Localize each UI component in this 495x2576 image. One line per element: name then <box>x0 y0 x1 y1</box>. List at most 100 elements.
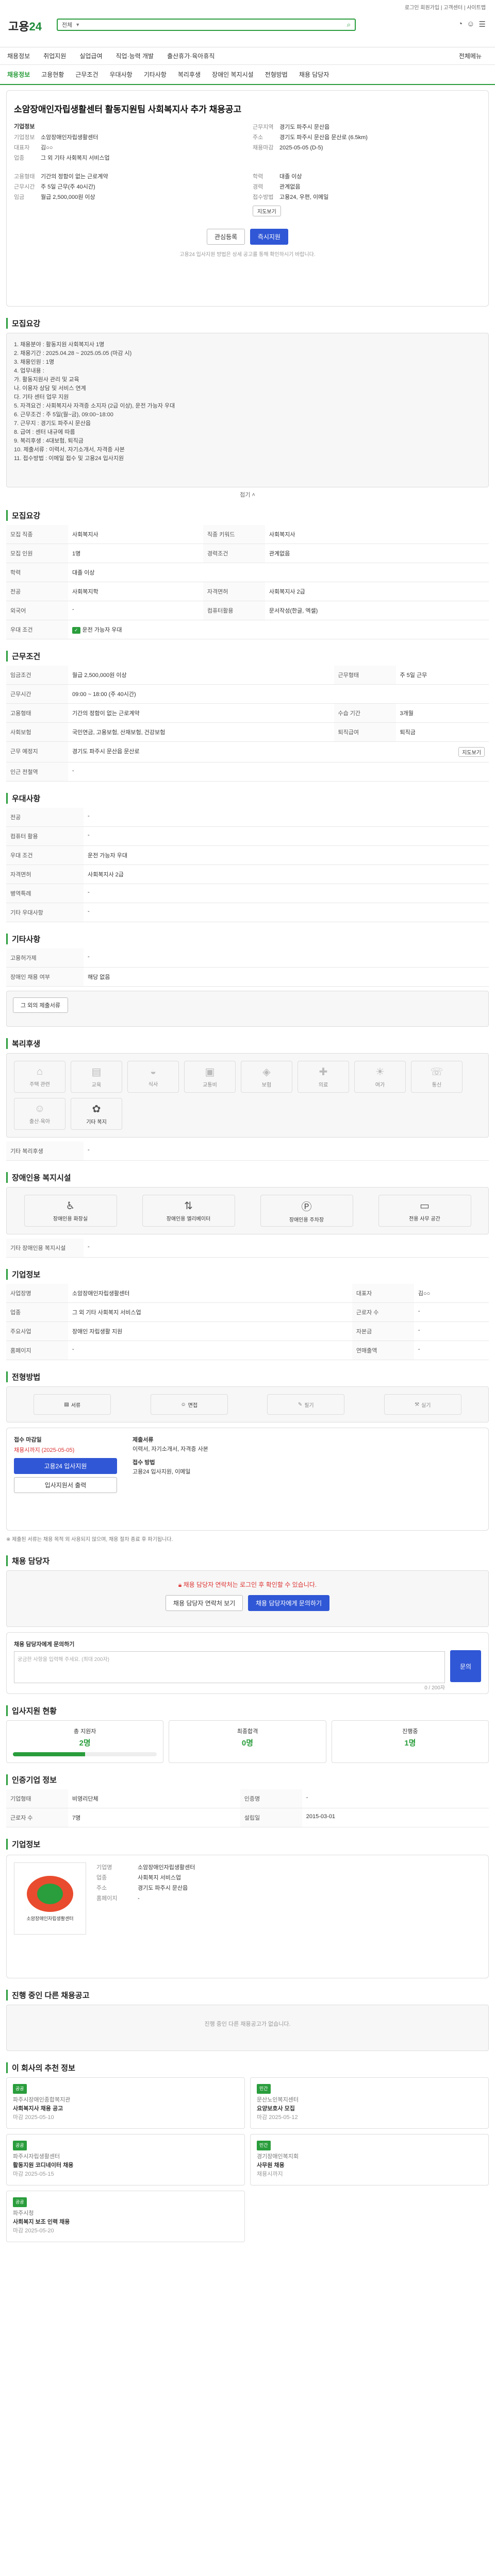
contact-view-button[interactable]: 채용 담당자 연락처 보기 <box>165 1595 243 1611</box>
send-button[interactable]: 문의 <box>450 1650 481 1682</box>
welfare-label: 여가 <box>375 1082 385 1088</box>
process-steps: ▤ 서류 ☺ 면접 ✎ 필기 ⚒ 실기 <box>6 1386 489 1422</box>
cell-label: 우대 조건 <box>6 845 84 865</box>
welfare-item: ⌂ 주택 관련 <box>14 1061 65 1093</box>
cell-label: 외국어 <box>6 601 68 620</box>
docs-button[interactable]: 그 외의 제출서류 <box>13 997 68 1013</box>
cell-label: 경력조건 <box>203 544 265 563</box>
cell-label: 병역특례 <box>6 884 84 903</box>
rec-card[interactable]: 공공 파주시장애인종합복지관 사회복지사 채용 공고 마감 2025-05-10 <box>6 2077 245 2129</box>
like-button[interactable]: 관심등록 <box>207 229 245 245</box>
nav-item[interactable]: 출산휴가·육아휴직 <box>167 52 228 60</box>
welfare-grid: ⌂ 주택 관련 ▤ 교육 ◒ 식사 ▣ 교통비 ◈ 보험 ✚ 의료 ☀ 여가 ☏ 통신 ☺ 출산·… <box>6 1053 489 1138</box>
contact-box: 🔒︎ 채용 담당자 연락처는 로그인 후 확인할 수 있습니다. 채용 담당자 … <box>6 1570 489 1627</box>
cell-label: 인증명 <box>240 1789 302 1808</box>
gift-icon: ✿ <box>92 1104 101 1115</box>
kv-label: 접수방법 <box>253 194 274 200</box>
stats-row: 총 지원자 2명 최종합격 0명 진행중 1명 <box>6 1720 489 1763</box>
section-heading: 진행 중인 다른 채용공고 <box>6 1990 489 2001</box>
tab-item[interactable]: 기타사항 <box>144 70 167 79</box>
tab-item[interactable]: 장애인 복지시설 <box>212 70 254 79</box>
similar-empty: 진행 중인 다른 채용공고가 없습니다. <box>6 2005 489 2051</box>
rec-card[interactable]: 민간 경기장애인복지회 사무원 채용 채용시까지 <box>250 2134 489 2185</box>
table-row: 홈페이지 - 연매출액 - <box>6 1341 489 1360</box>
work-table: 임금조건 월급 2,500,000원 이상 근무형태 주 5일 근무 근무시간 09:0… <box>6 666 489 782</box>
table-row: 기타 복리후생 - <box>6 1142 489 1161</box>
place-text: 경기도 파주시 문산읍 문산로 <box>72 749 140 755</box>
section-title: 채용 담당자 <box>6 1555 50 1566</box>
table-row: 고용형태 기간의 정함이 없는 근로계약 수습 기간 3개월 <box>6 703 489 723</box>
summary-text: 1. 채용분야 : 활동지원 사회복지사 1명 2. 채용기간 : 2025.0… <box>14 342 175 462</box>
cell-label: 자본금 <box>352 1321 414 1341</box>
phone-icon: ☏ <box>430 1066 443 1078</box>
cell-label: 근로자 수 <box>352 1302 414 1322</box>
leisure-icon: ☀ <box>375 1066 385 1078</box>
section-title: 인증기업 정보 <box>6 1774 57 1785</box>
question-textarea[interactable]: 궁금한 사항을 입력해 주세요. (최대 200자) <box>14 1651 445 1683</box>
nav-all-menu[interactable]: 전체메뉴 <box>459 52 495 60</box>
apply-button[interactable]: 즉시지원 <box>250 229 288 245</box>
nav-item[interactable]: 실업급여 <box>79 52 116 60</box>
cell-value: 사회복지사 2급 <box>84 865 489 884</box>
rec-card[interactable]: 공공 파주시청 사회복지 보조 인력 채용 마감 2025-05-20 <box>6 2191 245 2242</box>
cell-value: 국민연금, 고용보험, 산재보험, 건강보험 <box>68 722 334 742</box>
cell-label: 전공 <box>6 582 68 601</box>
cell-value: - <box>84 1142 489 1161</box>
site-logo[interactable]: 고용24 <box>8 18 42 34</box>
bell-icon[interactable]: ◔ <box>458 20 463 29</box>
apply-button[interactable]: 고용24 입사지원 <box>14 1458 117 1474</box>
company-name[interactable]: 소암장애인자립생활센터 <box>41 132 98 143</box>
kv-label: 대표자 <box>14 145 30 151</box>
cell-value: 사회복지사 <box>265 525 489 544</box>
wage: 월급 2,500,000원 이상 <box>41 194 95 200</box>
kv-label: 기업정보 <box>14 134 35 141</box>
tab-item[interactable]: 전형방법 <box>265 70 288 79</box>
rec-card[interactable]: 민간 문산노인복지센터 요양보호사 모집 마감 2025-05-12 <box>250 2077 489 2129</box>
apply-deadline: 채용시까지 (2025-05-05) <box>14 1447 75 1453</box>
map-button[interactable]: 지도보기 <box>253 206 281 216</box>
user-icon[interactable]: ☺ <box>467 20 474 29</box>
job-summary-card: 소암장애인자립생활센터 활동지원팀 사회복지사 추가 채용공고 기업정보 기업정… <box>6 90 489 307</box>
map-button[interactable]: 지도보기 <box>458 747 485 757</box>
search-scope-select[interactable]: 전체 <box>62 21 72 29</box>
section-title: 모집요강 <box>6 510 40 521</box>
book-icon: ▤ <box>91 1066 102 1078</box>
method-label: 접수 방법 <box>133 1460 155 1466</box>
step-label: 실기 <box>421 1402 431 1409</box>
tab-item[interactable]: 복리후생 <box>178 70 201 79</box>
elevator-icon: ⇅ <box>184 1200 193 1212</box>
section-heading: 인증기업 정보 <box>6 1774 489 1785</box>
tab-item[interactable]: 근무조건 <box>75 70 98 79</box>
welfare-item-active: ✿ 기타 복지 <box>71 1098 122 1130</box>
collapse-button[interactable]: 접기 ˄ <box>6 490 489 499</box>
tag-icon: ✓ <box>72 627 80 634</box>
tab-item[interactable]: 채용정보 <box>7 70 30 79</box>
cell-value: 09:00 ~ 18:00 (주 40시간) <box>68 684 489 704</box>
top-links[interactable]: 로그인 회원가입 | 고객센터 | 사이트맵 <box>405 3 486 11</box>
search-bar[interactable]: 전체 ▼ ⌕ <box>57 19 356 31</box>
meal-icon: ◒ <box>150 1066 157 1077</box>
nav-item[interactable]: 채용정보 <box>7 52 43 60</box>
cell-value: 운전 가능자 우대 <box>84 845 489 865</box>
print-button[interactable]: 입사지원서 출력 <box>14 1477 117 1493</box>
nav-item[interactable]: 직업·능력 개발 <box>116 52 168 60</box>
disab-item: ▭ 전용 사무 공간 <box>378 1195 471 1227</box>
welfare-label: 식사 <box>148 1082 158 1088</box>
cell-label: 직종 키워드 <box>203 525 265 544</box>
summary-box: 1. 채용분야 : 활동지원 사회복지사 1명 2. 채용기간 : 2025.0… <box>6 333 489 487</box>
table-row: 고용허가제 - <box>6 948 489 968</box>
stat-label: 진행중 <box>402 1728 418 1735</box>
cell-value: 김○○ <box>414 1284 489 1303</box>
menu-icon[interactable]: ☰ <box>479 20 486 29</box>
cell-value: - <box>302 1789 489 1808</box>
nav-item[interactable]: 취업지원 <box>43 52 79 60</box>
rep-name: 김○○ <box>41 145 53 151</box>
method-value: 고용24 입사지원, 이메일 <box>133 1469 191 1475</box>
contact-ask-button[interactable]: 채용 담당자에게 문의하기 <box>248 1595 330 1611</box>
tab-item[interactable]: 고용현황 <box>41 70 64 79</box>
rec-card[interactable]: 공공 파주시자립생활센터 활동지원 코디네이터 채용 마감 2025-05-15 <box>6 2134 245 2185</box>
search-icon[interactable]: ⌕ <box>347 21 351 29</box>
rec-title: 요양보호사 모집 <box>257 2106 295 2112</box>
tab-item[interactable]: 우대사항 <box>110 70 133 79</box>
tab-item[interactable]: 채용 담당자 <box>299 70 329 79</box>
